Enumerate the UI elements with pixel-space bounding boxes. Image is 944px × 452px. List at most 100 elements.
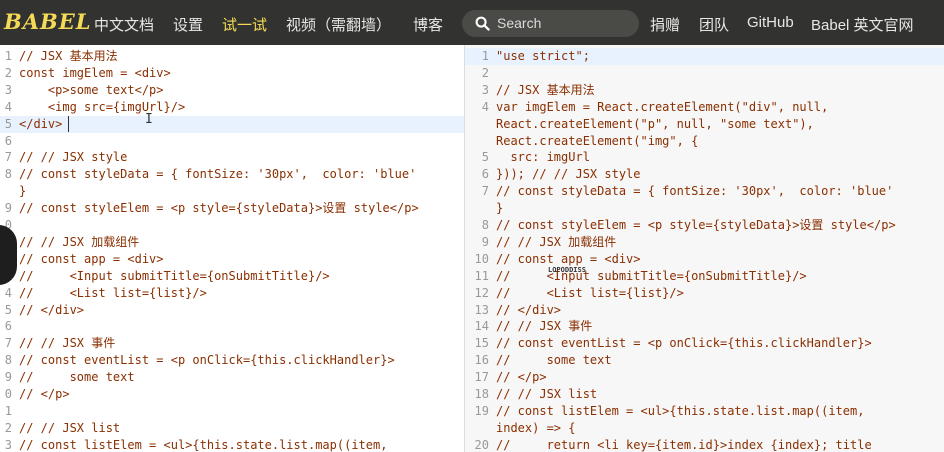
- code-text: // some text: [496, 353, 612, 368]
- nav-english-site[interactable]: Babel 英文官网: [811, 14, 914, 35]
- search-placeholder: Search: [497, 15, 542, 31]
- overlap-label: LOPODDISS: [548, 266, 586, 274]
- code-line: 14 // // JSX 事件: [465, 318, 944, 335]
- code-text: // const styleElem = <p style={styleData…: [19, 201, 419, 216]
- code-line: 3 <p>some text</p>: [0, 82, 464, 99]
- code-line: React.createElement("p", null, "some tex…: [465, 116, 944, 133]
- line-number: 1: [4, 403, 12, 418]
- nav-github[interactable]: GitHub: [747, 14, 794, 31]
- babel-logo[interactable]: BABEL: [4, 9, 92, 34]
- code-text: <p>some text</p>: [19, 82, 164, 97]
- line-number: 2: [4, 65, 12, 80]
- nav-blog[interactable]: 博客: [413, 14, 443, 35]
- line-number: 5: [481, 150, 489, 165]
- input-editor[interactable]: 1 // JSX 基本用法 2 const imgElem = <div> 3 <p>s…: [0, 45, 464, 452]
- code-line: 0: [0, 217, 464, 234]
- line-number: 4: [4, 99, 12, 114]
- line-number: 6: [481, 167, 489, 182]
- code-line: 1 // JSX 基本用法: [0, 48, 464, 65]
- code-text: React.createElement("p", null, "some tex…: [496, 116, 814, 131]
- text-cursor: [68, 115, 69, 132]
- line-number: 3: [4, 82, 12, 97]
- code-text: </div>: [19, 116, 63, 131]
- code-line: 15 // const eventList = <p onClick={this.…: [465, 335, 944, 352]
- line-number: 17: [474, 370, 489, 385]
- code-line: index) => {: [465, 420, 944, 437]
- code-line: 3 // JSX 基本用法: [465, 82, 944, 99]
- line-number: 2: [481, 65, 489, 80]
- code-line: 4 var imgElem = React.createElement("div"…: [465, 99, 944, 116]
- code-line: 1// // JSX 加载组件: [0, 234, 464, 251]
- code-text: // </p>: [496, 370, 547, 385]
- nav-settings[interactable]: 设置: [173, 14, 203, 35]
- code-line: 11 // <Input submitTitle={onSubmitTitle}/…: [465, 268, 944, 285]
- nav-docs[interactable]: 中文文档: [94, 14, 154, 35]
- code-line: 9 // some text: [0, 369, 464, 386]
- line-number: 6: [4, 133, 12, 148]
- code-text: // <List list={list}/>: [19, 285, 207, 300]
- code-line: 1 "use strict";: [465, 48, 944, 65]
- code-line: 7 // // JSX 事件: [0, 335, 464, 352]
- code-line: 6: [0, 133, 464, 150]
- code-line: 12 // <List list={list}/>: [465, 285, 944, 302]
- code-line: 3 // const listElem = <ul>{this.state.lis…: [0, 437, 464, 452]
- code-line: 18 // // JSX list: [465, 386, 944, 403]
- code-text: // const eventList = <p onClick={this.cl…: [19, 353, 395, 368]
- line-number: 7: [4, 336, 12, 351]
- code-line: 20 // return <li key={item.id}>index {ind…: [465, 437, 944, 452]
- line-number: 4: [481, 99, 489, 114]
- code-text: src: imgUrl: [496, 150, 590, 165]
- code-text: // </p>: [19, 387, 70, 401]
- line-number: 9: [4, 201, 12, 216]
- line-number: 4: [4, 285, 12, 300]
- code-text: })); // // JSX style: [496, 167, 641, 182]
- code-text: <img src={imgUrl}/>: [19, 99, 186, 114]
- line-number: 19: [474, 403, 489, 418]
- code-line: 5 </div>: [0, 115, 464, 133]
- code-text: // // JSX style: [19, 150, 128, 165]
- code-text: // // JSX 事件: [496, 319, 593, 334]
- output-panel: 1 "use strict"; 2 3 // JSX 基本用法 4 var imgElem …: [465, 45, 944, 452]
- code-text: // <Input submitTitle={onSubmitTitle}/>: [496, 268, 807, 283]
- line-number: 7: [481, 184, 489, 199]
- nav-videos[interactable]: 视频（需翻墙）: [286, 14, 391, 35]
- line-number: 16: [474, 353, 489, 368]
- code-text: // // JSX 加载组件: [496, 234, 617, 249]
- top-navbar: BABEL 中文文档 设置 试一试 视频（需翻墙） 博客 Search 捐赠 团…: [0, 0, 944, 45]
- line-number: 8: [4, 167, 12, 182]
- code-text: index) => {: [496, 420, 576, 435]
- line-number: 2: [4, 420, 12, 435]
- code-text: // const listElem = <ul>{this.state.list…: [496, 403, 865, 418]
- code-text: // const styleElem = <p style={styleData…: [496, 218, 896, 232]
- code-text: const imgElem = <div>: [19, 65, 171, 80]
- code-line: 1: [0, 403, 464, 420]
- code-line: 3// <Input submitTitle={onSubmitTitle}/>: [0, 268, 464, 285]
- code-line: 8 // const eventList = <p onClick={this.c…: [0, 352, 464, 369]
- line-number: 1: [4, 49, 12, 63]
- line-number: 8: [481, 218, 489, 232]
- code-line: 6 })); // // JSX style: [465, 166, 944, 183]
- line-number: 5: [4, 116, 12, 131]
- nav-team[interactable]: 团队: [699, 14, 729, 35]
- code-line: 16 // some text: [465, 352, 944, 369]
- code-text: React.createElement("img", {: [496, 133, 699, 148]
- search-icon: [475, 16, 490, 31]
- nav-donate[interactable]: 捐赠: [650, 14, 680, 35]
- search-box[interactable]: Search: [462, 10, 639, 37]
- code-line: 2 // // JSX list: [0, 420, 464, 437]
- nav-try-it-out[interactable]: 试一试: [222, 14, 267, 35]
- code-line: 2 const imgElem = <div>: [0, 65, 464, 82]
- code-text: // <List list={list}/>: [496, 285, 684, 300]
- code-line: 4 <img src={imgUrl}/>: [0, 99, 464, 116]
- code-line: 4 // <List list={list}/>: [0, 285, 464, 302]
- code-text: // const styleData = { fontSize: '30px',…: [496, 184, 894, 199]
- line-number: 11: [474, 268, 489, 283]
- line-number: 1: [481, 49, 489, 63]
- code-line: 6: [0, 318, 464, 335]
- code-text: // const eventList = <p onClick={this.cl…: [496, 336, 872, 351]
- code-line: 7 // // JSX style: [0, 149, 464, 166]
- code-line: 17 // </p>: [465, 369, 944, 386]
- code-text: // some text: [19, 370, 135, 385]
- code-text: // </div>: [496, 302, 562, 317]
- code-line: }: [465, 200, 944, 217]
